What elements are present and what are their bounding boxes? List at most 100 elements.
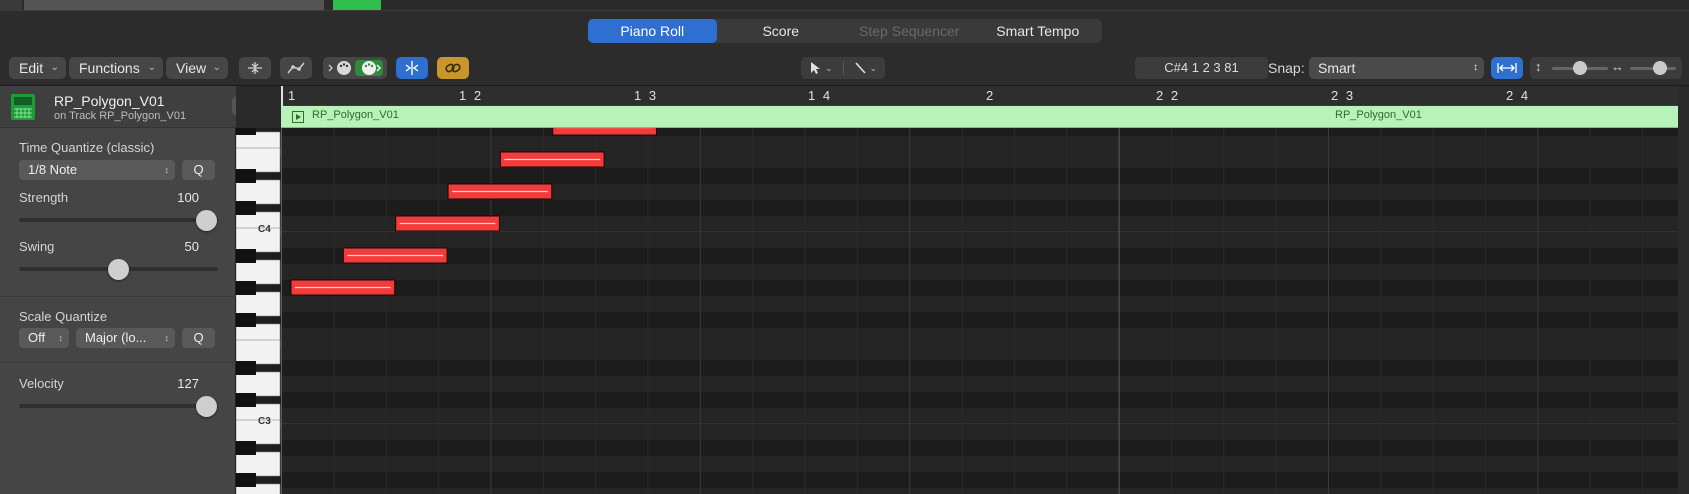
- time-quantize-select[interactable]: 1/8 Note ↕: [19, 160, 175, 180]
- edit-menu-button[interactable]: Edit ⌄: [9, 57, 66, 79]
- strip-region[interactable]: [333, 0, 381, 10]
- link-button[interactable]: [437, 57, 469, 79]
- scale-off-value: Off: [28, 330, 46, 345]
- velocity-knob[interactable]: [196, 396, 217, 417]
- swing-knob[interactable]: [108, 259, 129, 280]
- midi-out-icon[interactable]: [355, 60, 383, 76]
- tab-smart-tempo[interactable]: Smart Tempo: [974, 19, 1103, 43]
- note-grid-canvas[interactable]: [281, 128, 1678, 494]
- region-header: RP_Polygon_V01 on Track RP_Polygon_V01: [0, 86, 264, 128]
- snap-select[interactable]: Smart ↕: [1309, 57, 1484, 79]
- region-name: RP_Polygon_V01: [54, 93, 165, 109]
- white-key[interactable]: [236, 259, 281, 285]
- zoom-to-fit-button[interactable]: [1491, 57, 1523, 79]
- scale-mode-value: Major (lo...: [85, 330, 147, 345]
- white-key[interactable]: [236, 179, 281, 205]
- scale-quantize-label: Scale Quantize: [19, 309, 108, 324]
- vertical-zoom-knob[interactable]: [1573, 61, 1587, 75]
- black-key[interactable]: [236, 441, 256, 455]
- black-key[interactable]: [236, 473, 256, 487]
- updown-chevron-icon: ↕: [164, 165, 170, 175]
- piano-keyboard[interactable]: C4 C3: [236, 86, 281, 494]
- strip-block: [24, 0, 324, 10]
- black-key[interactable]: [236, 393, 256, 407]
- swing-label: Swing: [19, 239, 55, 254]
- strength-knob[interactable]: [196, 210, 217, 231]
- midi-note-body[interactable]: [552, 128, 657, 136]
- functions-menu-label: Functions: [79, 60, 140, 76]
- strength-label: Strength: [19, 190, 69, 205]
- region-title: RP_Polygon_V01: [312, 109, 399, 121]
- chevron-down-icon: ⌄: [824, 62, 833, 73]
- automation-curve-button[interactable]: [280, 57, 312, 79]
- tracks-area-strip: [0, 0, 1689, 10]
- view-menu-button[interactable]: View ⌄: [166, 57, 228, 79]
- horizontal-zoom-icon: ↔: [1611, 59, 1624, 74]
- white-key[interactable]: [236, 291, 281, 317]
- tab-piano-roll[interactable]: Piano Roll: [588, 19, 717, 43]
- black-key[interactable]: [236, 281, 256, 295]
- playhead-marker[interactable]: [281, 86, 283, 106]
- black-key[interactable]: [236, 361, 256, 375]
- black-key[interactable]: [236, 249, 256, 263]
- black-key[interactable]: [236, 128, 256, 135]
- view-menu-label: View: [176, 60, 207, 76]
- pointer-tool-menu[interactable]: ⌄: [809, 61, 844, 75]
- editor-tab-bar: Piano Roll Score Step Sequencer Smart Te…: [0, 10, 1689, 48]
- updown-chevron-icon: ↕: [58, 333, 64, 343]
- snap-value: Smart: [1318, 60, 1356, 76]
- black-key[interactable]: [236, 313, 256, 327]
- region-inspector: RP_Polygon_V01 on Track RP_Polygon_V01 T…: [0, 86, 264, 494]
- chevron-down-icon: ⌄: [869, 62, 878, 73]
- pencil-tool-menu[interactable]: ⌄: [844, 61, 878, 75]
- ruler-label: 1 3: [634, 88, 659, 103]
- strip-block: [0, 0, 22, 10]
- region-title-repeat: RP_Polygon_V01: [1335, 109, 1422, 121]
- tool-menus: ⌄ ⌄: [801, 57, 885, 79]
- white-key[interactable]: [236, 147, 281, 173]
- region-header-bar[interactable]: RP_Polygon_V01 RP_Polygon_V01: [281, 106, 1678, 128]
- bar-ruler[interactable]: 1 1 2 1 3 1 4 2 2 2 2 3 2 4 3: [281, 86, 1689, 106]
- keyboard-header: [236, 86, 281, 128]
- velocity-value: 127: [177, 376, 199, 391]
- scale-quantize-off-select[interactable]: Off ↕: [19, 328, 69, 348]
- swing-value: 50: [184, 239, 199, 254]
- ruler-label: 1: [288, 88, 298, 103]
- white-key[interactable]: [236, 371, 281, 397]
- note-grid[interactable]: [281, 128, 1678, 494]
- midi-note[interactable]: [290, 279, 396, 296]
- black-key[interactable]: [236, 169, 256, 183]
- horizontal-zoom-knob[interactable]: [1653, 61, 1667, 75]
- time-quantize-value: 1/8 Note: [28, 162, 78, 177]
- midi-note[interactable]: [342, 247, 448, 264]
- midi-note[interactable]: [447, 183, 553, 200]
- midi-note[interactable]: [395, 215, 500, 232]
- scale-quantize-q-button[interactable]: Q: [182, 328, 215, 348]
- tab-score[interactable]: Score: [717, 19, 846, 43]
- midi-in-icon[interactable]: [327, 60, 355, 76]
- time-quantize-q-button[interactable]: Q: [182, 160, 215, 180]
- tab-step-sequencer[interactable]: Step Sequencer: [845, 19, 974, 43]
- velocity-slider[interactable]: [19, 404, 218, 408]
- white-key[interactable]: [236, 451, 281, 477]
- scale-mode-select[interactable]: Major (lo... ↕: [76, 328, 175, 348]
- updown-chevron-icon: ↕: [164, 333, 170, 343]
- region-track-name: on Track RP_Polygon_V01: [54, 110, 187, 122]
- strength-slider[interactable]: [19, 218, 218, 222]
- window-right-edge: [1678, 86, 1689, 494]
- edit-menu-label: Edit: [19, 60, 44, 76]
- piano-roll-toolbar: Edit ⌄ Functions ⌄ View ⌄ ⌄ ⌄ C#4 1 2 3 81 …: [0, 48, 1689, 86]
- ruler-label: 2 2: [1156, 88, 1181, 103]
- horizontal-fit-icon: [1497, 63, 1517, 73]
- white-key[interactable]: [236, 339, 281, 365]
- black-key[interactable]: [236, 201, 256, 215]
- link-icon: [445, 63, 461, 73]
- catch-playhead-button[interactable]: [396, 57, 428, 79]
- functions-menu-button[interactable]: Functions ⌄: [69, 57, 163, 79]
- ruler-label: 1 4: [808, 88, 833, 103]
- piano-keys[interactable]: [236, 128, 281, 494]
- midi-note[interactable]: [499, 151, 605, 168]
- midi-note[interactable]: [552, 128, 657, 136]
- collapse-icon-button[interactable]: [239, 57, 271, 79]
- chevron-down-icon: ⌄: [147, 62, 156, 73]
